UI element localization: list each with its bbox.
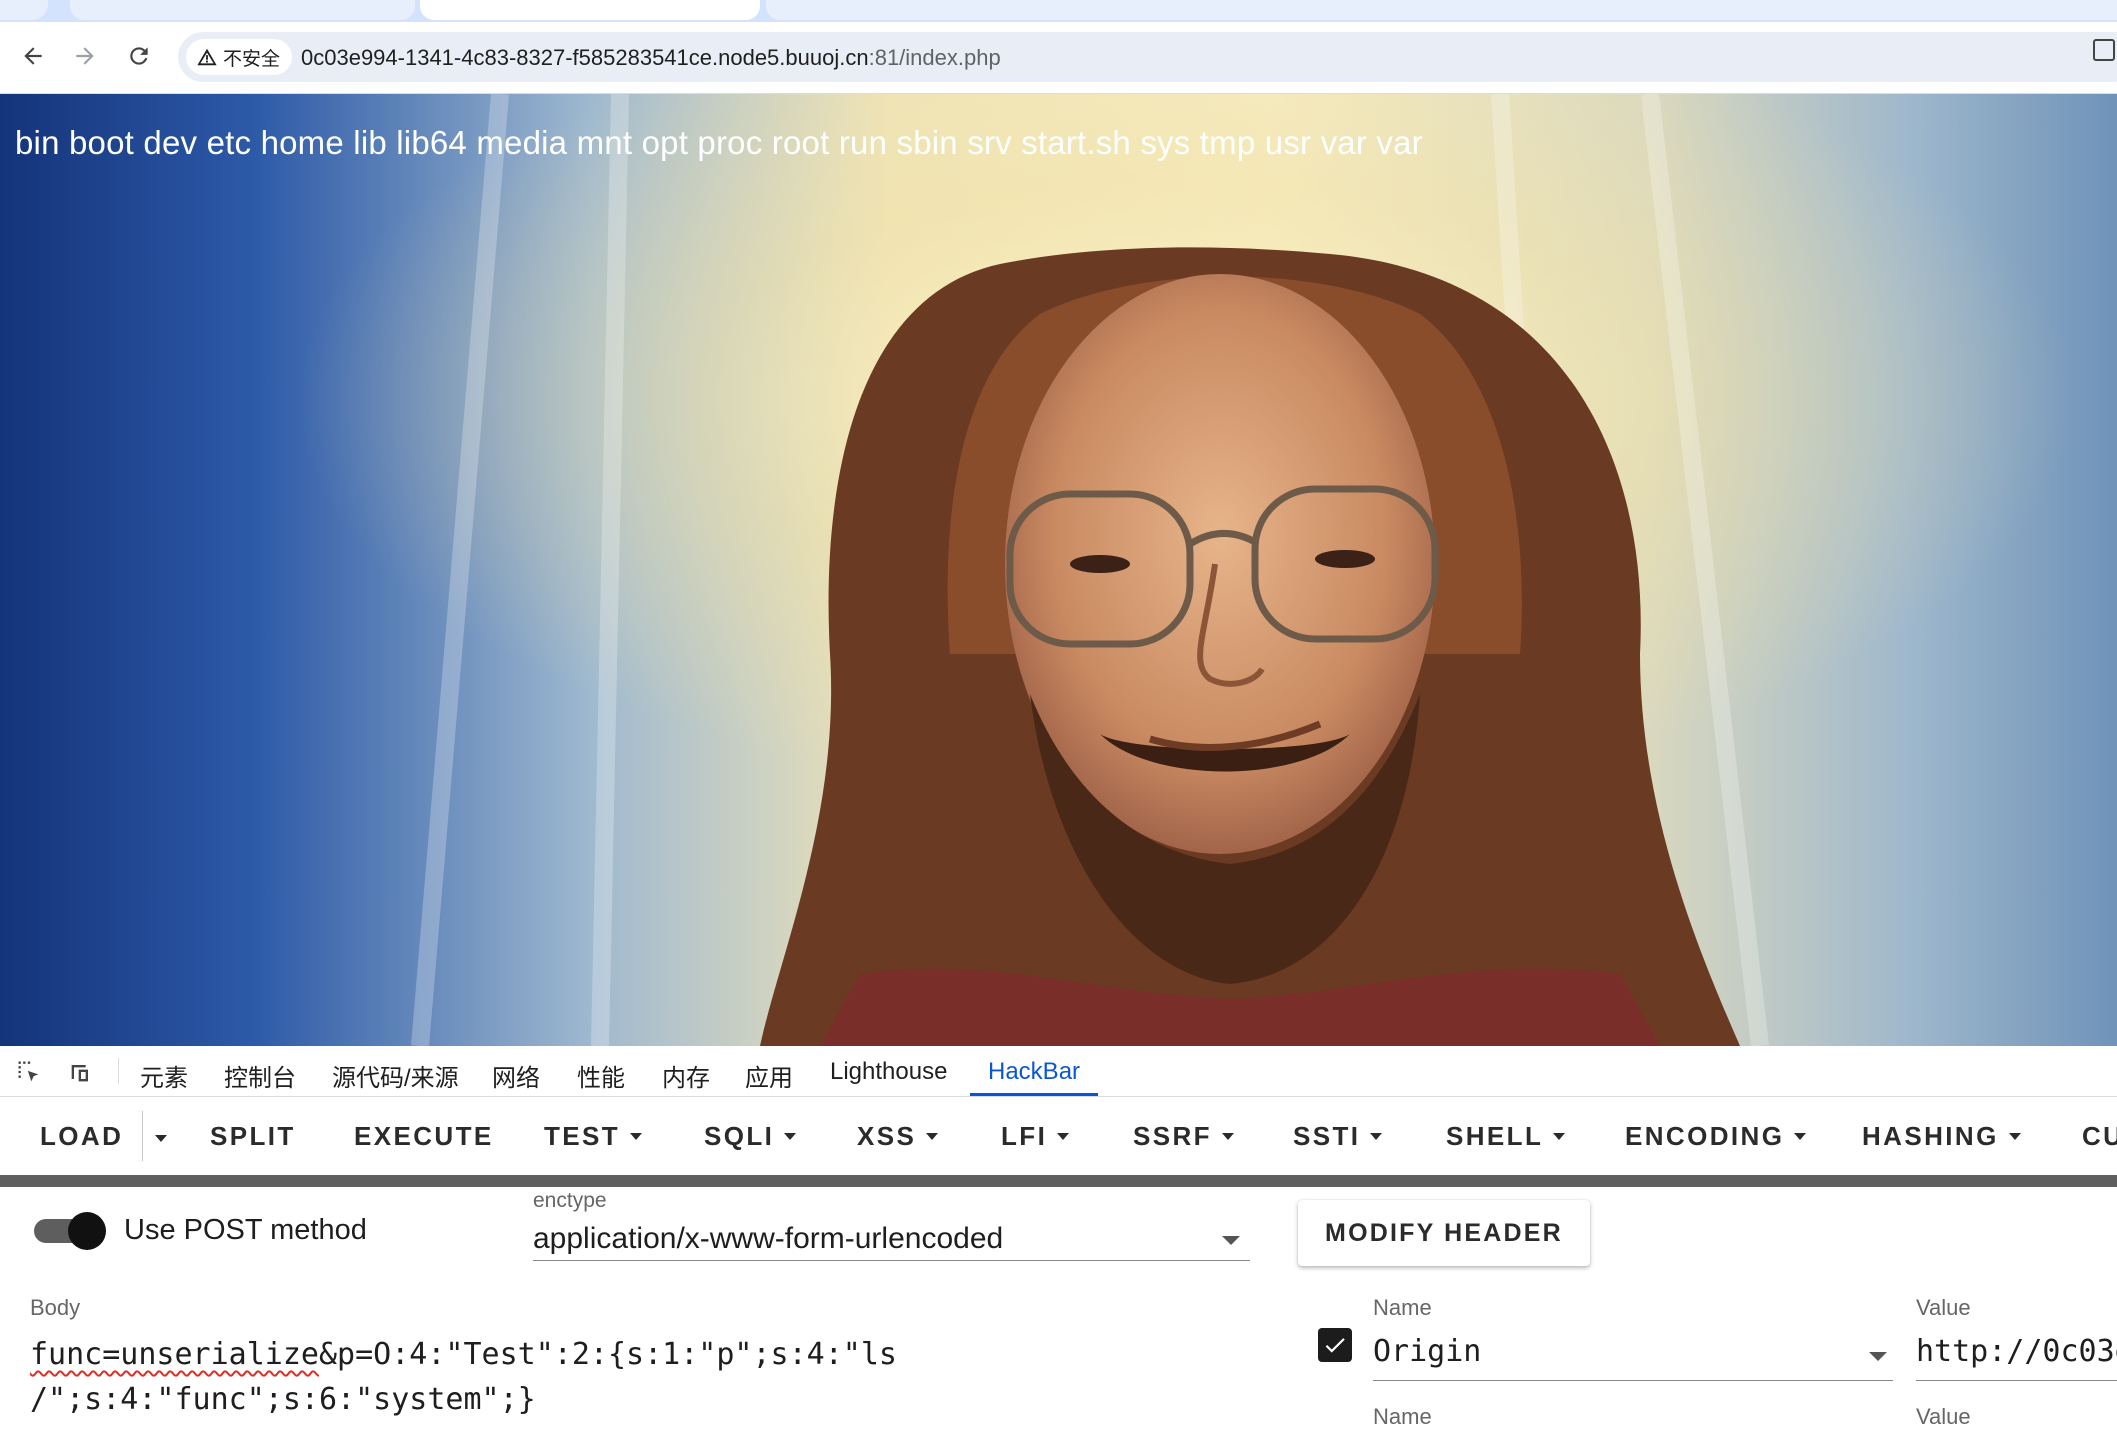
forward-button[interactable] bbox=[66, 37, 104, 75]
security-label: 不安全 bbox=[223, 48, 281, 70]
load-dropdown-caret-icon[interactable] bbox=[155, 1135, 167, 1142]
post-method-label: Use POST method bbox=[124, 1214, 367, 1246]
ssrf-menu-label: SSRF bbox=[1133, 1121, 1212, 1151]
browser-tab[interactable] bbox=[766, 0, 2117, 20]
url-host: 0c03e994-1341-4c83-8327-f585283541ce.nod… bbox=[301, 45, 869, 70]
devtools-tab-application[interactable]: 应用 bbox=[745, 1058, 793, 1093]
custom-menu-button[interactable]: CU bbox=[2082, 1121, 2117, 1152]
warning-icon bbox=[197, 48, 217, 66]
load-button[interactable]: LOAD bbox=[40, 1121, 123, 1152]
body-line2: /";s:4:"func";s:6:"system";} bbox=[30, 1382, 536, 1417]
devtools-tab-network[interactable]: 网络 bbox=[492, 1058, 540, 1093]
caret-down-icon bbox=[926, 1132, 939, 1140]
execute-button[interactable]: EXECUTE bbox=[354, 1121, 494, 1152]
hashing-menu-button[interactable]: HASHING bbox=[1862, 1121, 2021, 1152]
browser-toolbar: 不安全 0c03e994-1341-4c83-8327-f585283541ce… bbox=[0, 22, 2117, 94]
devtools-tab-performance[interactable]: 性能 bbox=[577, 1058, 625, 1093]
caret-down-icon bbox=[784, 1132, 797, 1140]
body-label: Body bbox=[30, 1295, 81, 1320]
caret-down-icon bbox=[2008, 1132, 2021, 1140]
header-value-text: http://0c03e994-1341-4c83-8327-f58528354… bbox=[1916, 1334, 2117, 1369]
security-chip[interactable]: 不安全 bbox=[186, 39, 293, 75]
browser-tab[interactable] bbox=[0, 0, 48, 20]
modify-header-label: MODIFY HEADER bbox=[1325, 1218, 1563, 1247]
header-value-input[interactable]: http://0c03e994-1341-4c83-8327-f58528354… bbox=[1916, 1328, 2117, 1381]
ssti-menu-label: SSTI bbox=[1293, 1121, 1361, 1151]
header-name-label: Name bbox=[1373, 1295, 1432, 1320]
sqli-menu-label: SQLI bbox=[704, 1121, 775, 1151]
devtools-tab-sources[interactable]: 源代码/来源 bbox=[332, 1058, 459, 1093]
caret-down-icon bbox=[1794, 1132, 1807, 1140]
xss-menu-button[interactable]: XSS bbox=[857, 1121, 939, 1152]
header-name-label-next: Name bbox=[1373, 1404, 1432, 1429]
devtools-tab-console[interactable]: 控制台 bbox=[224, 1058, 296, 1093]
dropdown-caret-icon bbox=[1222, 1236, 1240, 1245]
body-textarea[interactable]: func=unserialize&p=O:4:"Test":2:{s:1:"p"… bbox=[30, 1332, 930, 1422]
test-menu-button[interactable]: TEST bbox=[544, 1121, 643, 1152]
dropdown-caret-icon bbox=[1869, 1352, 1887, 1361]
hackbar-menu: LOAD SPLIT EXECUTE TEST SQLI XSS LFI SSR… bbox=[0, 1097, 2117, 1175]
browser-tab-active[interactable] bbox=[420, 0, 760, 20]
devtools-tab-memory[interactable]: 内存 bbox=[662, 1058, 710, 1093]
devtools-tab-lighthouse[interactable]: Lighthouse bbox=[830, 1058, 947, 1086]
browser-tab[interactable] bbox=[70, 0, 415, 20]
back-button[interactable] bbox=[14, 37, 52, 75]
arrow-right-icon bbox=[76, 47, 94, 65]
encoding-menu-label: ENCODING bbox=[1625, 1121, 1785, 1151]
command-output-text: bin boot dev etc home lib lib64 media mn… bbox=[15, 124, 1423, 161]
ssti-menu-button[interactable]: SSTI bbox=[1293, 1121, 1383, 1152]
caret-down-icon bbox=[1057, 1132, 1070, 1140]
enctype-value: application/x-www-form-urlencoded bbox=[533, 1222, 1004, 1255]
enctype-label: enctype bbox=[533, 1189, 607, 1212]
devtools-separator bbox=[118, 1058, 119, 1084]
devtools-tab-elements[interactable]: 元素 bbox=[140, 1058, 188, 1093]
lfi-menu-label: LFI bbox=[1001, 1121, 1048, 1151]
shell-menu-label: SHELL bbox=[1446, 1121, 1544, 1151]
ssrf-menu-button[interactable]: SSRF bbox=[1133, 1121, 1234, 1152]
modify-header-button[interactable]: MODIFY HEADER bbox=[1298, 1200, 1590, 1266]
post-method-toggle[interactable] bbox=[34, 1212, 106, 1250]
caret-down-icon bbox=[1221, 1132, 1234, 1140]
active-tab-indicator bbox=[970, 1093, 1098, 1096]
header-name-value: Origin bbox=[1373, 1334, 1482, 1369]
hashing-menu-label: HASHING bbox=[1862, 1121, 1999, 1151]
browser-tab-strip bbox=[0, 0, 2117, 22]
xss-menu-label: XSS bbox=[857, 1121, 917, 1151]
url-path: :81/index.php bbox=[868, 45, 1001, 70]
reload-icon bbox=[130, 47, 148, 65]
arrow-left-icon bbox=[24, 47, 42, 65]
devtools-tab-bar: 元素 控制台 源代码/来源 网络 性能 内存 应用 Lighthouse Hac… bbox=[0, 1046, 2117, 1097]
inspect-element-icon[interactable] bbox=[14, 1058, 44, 1086]
test-menu-label: TEST bbox=[544, 1121, 621, 1151]
lfi-menu-button[interactable]: LFI bbox=[1001, 1121, 1070, 1152]
toggle-knob bbox=[68, 1212, 106, 1250]
enctype-select[interactable]: application/x-www-form-urlencoded bbox=[533, 1218, 1250, 1261]
split-button[interactable]: SPLIT bbox=[210, 1121, 296, 1152]
header-value-label: Value bbox=[1916, 1295, 1971, 1320]
header-name-select[interactable]: Origin bbox=[1373, 1328, 1893, 1381]
body-line1-rest: &p=O:4:"Test":2:{s:1:"p";s:4:"ls bbox=[318, 1337, 897, 1372]
header-value-label-next: Value bbox=[1916, 1404, 1971, 1429]
hackbar-progress-bar bbox=[0, 1175, 2117, 1187]
check-icon bbox=[1325, 1338, 1345, 1353]
background-portrait-image bbox=[0, 94, 2117, 1046]
address-bar[interactable]: 不安全 0c03e994-1341-4c83-8327-f585283541ce… bbox=[178, 32, 2117, 82]
spellcheck-word: func=unserialize bbox=[30, 1337, 319, 1372]
caret-down-icon bbox=[1370, 1132, 1383, 1140]
page-viewport: bin boot dev etc home lib lib64 media mn… bbox=[0, 94, 2117, 1046]
sqli-menu-button[interactable]: SQLI bbox=[704, 1121, 797, 1152]
caret-down-icon bbox=[1553, 1132, 1566, 1140]
url-text[interactable]: 0c03e994-1341-4c83-8327-f585283541ce.nod… bbox=[301, 45, 1001, 71]
reload-button[interactable] bbox=[120, 37, 158, 75]
translate-icon[interactable] bbox=[2093, 39, 2115, 61]
devtools-tab-hackbar[interactable]: HackBar bbox=[988, 1058, 1080, 1086]
header-enabled-checkbox[interactable] bbox=[1318, 1328, 1352, 1362]
menu-divider bbox=[142, 1111, 143, 1161]
encoding-menu-button[interactable]: ENCODING bbox=[1625, 1121, 1807, 1152]
device-toolbar-icon[interactable] bbox=[66, 1058, 96, 1086]
caret-down-icon bbox=[630, 1132, 643, 1140]
shell-menu-button[interactable]: SHELL bbox=[1446, 1121, 1566, 1152]
